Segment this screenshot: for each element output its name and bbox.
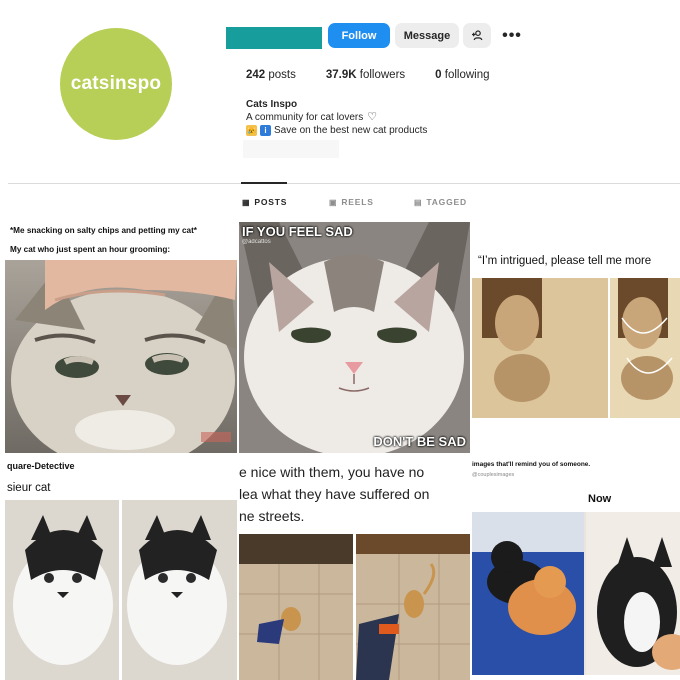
watermark-handle: @adcattos (242, 239, 271, 245)
tab-posts[interactable]: ▦ POSTS (242, 197, 287, 207)
profile-name: Cats Inspo (246, 99, 298, 110)
post-caption: e nice with them, you have no lea what t… (239, 464, 430, 524)
meme-bottom-text: DON'T BE SAD (373, 434, 466, 449)
active-tab-indicator (241, 182, 287, 184)
following-count[interactable]: 0 following (435, 69, 489, 81)
info-emoji-icon: i (260, 125, 271, 136)
add-user-icon (471, 30, 482, 41)
post-tile-2[interactable]: IF YOU FEEL SAD @adcattos DON'T BE SAD (239, 222, 470, 453)
post-image (5, 260, 237, 453)
profile-bio: Cats Inspo A community for cat lovers ♡ … (246, 98, 427, 137)
post-caption: images that'll remind you of someone. (472, 461, 591, 468)
profile-tabs: ▦ POSTS ▣ REELS ▤ TAGGED (0, 197, 680, 211)
message-button[interactable]: Message (395, 23, 459, 48)
post-tile-5[interactable]: e nice with them, you have no lea what t… (239, 455, 470, 680)
suggested-users-button[interactable] (463, 23, 491, 48)
post-caption: My cat who just spent an hour grooming: (10, 245, 171, 254)
post-caption: “I’m intrigued, please tell me more (478, 255, 652, 267)
tabs-divider (8, 183, 680, 184)
username-redacted (226, 27, 322, 49)
post-caption: Now (588, 493, 612, 505)
post-caption: sieur cat (7, 482, 51, 494)
post-image (472, 278, 680, 418)
post-caption: *Me snacking on salty chips and petting … (10, 226, 197, 235)
profile-avatar[interactable]: catsinspo (60, 28, 172, 140)
heart-icon: ♡ (367, 111, 378, 123)
grid-icon: ▦ (242, 197, 251, 207)
post-tile-6[interactable]: images that'll remind you of someone. @c… (472, 455, 680, 680)
post-tile-4[interactable]: quare-Detective sieur cat (5, 455, 237, 680)
watermark-handle: @couplesimages (472, 472, 515, 478)
posts-count[interactable]: 242 posts (246, 69, 296, 81)
post-image (5, 500, 237, 680)
tab-tagged[interactable]: ▤ TAGGED (414, 197, 467, 207)
meme-top-text: IF YOU FEEL SAD (242, 224, 353, 239)
tagged-icon: ▤ (414, 197, 423, 207)
post-tile-3[interactable]: “I’m intrigued, please tell me more (472, 222, 680, 453)
cat-emoji-icon: 😿 (246, 125, 257, 136)
post-image (472, 512, 680, 675)
post-tile-1[interactable]: *Me snacking on salty chips and petting … (5, 222, 237, 453)
reels-icon: ▣ (329, 197, 338, 207)
tab-reels[interactable]: ▣ REELS (329, 197, 374, 207)
bio-line-1: A community for cat lovers ♡ (246, 111, 378, 123)
more-options-button[interactable]: ••• (500, 23, 524, 48)
profile-stats: 242 posts 37.9K followers 0 following (246, 69, 520, 81)
post-image (239, 222, 470, 453)
bio-line-2: 😿 i Save on the best new cat products (246, 125, 428, 136)
bio-link-placeholder (243, 140, 339, 158)
post-caption: quare-Detective (7, 461, 75, 471)
followers-count[interactable]: 37.9K followers (326, 69, 405, 81)
follow-button[interactable]: Follow (328, 23, 390, 48)
post-image (239, 534, 470, 680)
more-options-icon: ••• (502, 26, 522, 44)
avatar-text: catsinspo (70, 73, 162, 94)
